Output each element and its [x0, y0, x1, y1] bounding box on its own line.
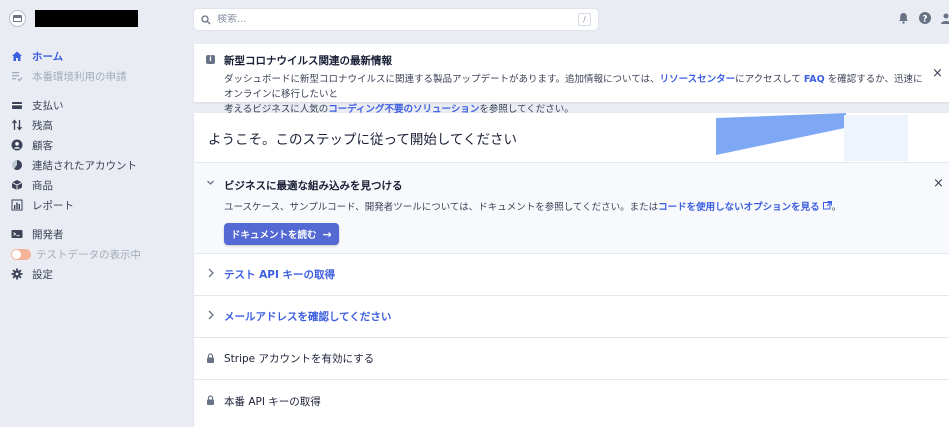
- step-label: テスト API キーの取得: [224, 269, 336, 281]
- step-verify-email[interactable]: メールアドレスを確認してください: [194, 296, 949, 338]
- sidebar-item-test-data-toggle[interactable]: テストデータの表示中: [0, 244, 190, 264]
- step-label: 本番 API キーの取得: [224, 395, 321, 408]
- resource-center-link[interactable]: リソースセンター: [660, 74, 736, 85]
- sidebar-item-label: 支払い: [32, 99, 64, 112]
- pie-icon: [11, 159, 23, 171]
- info-icon: i: [206, 55, 215, 64]
- account-logo[interactable]: [9, 10, 26, 27]
- step-label: Stripe アカウントを有効にする: [224, 353, 375, 365]
- help-icon[interactable]: ?: [919, 12, 931, 27]
- bar-chart-icon: [11, 199, 23, 211]
- step-activate-stripe-account[interactable]: Stripe アカウントを有効にする: [194, 338, 949, 380]
- sidebar-item-label: ホーム: [32, 50, 64, 63]
- sidebar-item-settings[interactable]: 設定: [0, 264, 190, 284]
- bell-icon[interactable]: [898, 12, 909, 27]
- sidebar-item-connected-accounts[interactable]: 連結されたアカウント: [0, 155, 190, 175]
- gear-icon: [11, 268, 23, 280]
- sidebar-item-label: 本番環境利用の申請: [32, 70, 127, 83]
- box-icon: [11, 179, 23, 191]
- sidebar-item-payments[interactable]: 支払い: [0, 95, 190, 115]
- step-live-api-keys[interactable]: 本番 API キーの取得: [194, 380, 949, 422]
- search-bar[interactable]: /: [194, 9, 598, 30]
- sidebar-item-home[interactable]: ホーム: [0, 46, 190, 66]
- sidebar-item-label: 設定: [32, 268, 53, 281]
- step-title: ビジネスに最適な組み込みを見つける: [224, 180, 403, 192]
- read-docs-button[interactable]: ドキュメントを読む →: [224, 223, 339, 245]
- search-shortcut-key: /: [578, 13, 591, 26]
- svg-text:?: ?: [922, 14, 927, 24]
- sidebar-item-developers[interactable]: 開発者: [0, 224, 190, 244]
- sidebar-item-balance[interactable]: 残高: [0, 115, 190, 135]
- step-description: ユースケース、サンプルコード、開発者ツールについては、ドキュメントを参照してくだ…: [224, 201, 842, 213]
- no-code-options-link[interactable]: コードを使用しないオプションを見る: [658, 202, 820, 213]
- account-name-redacted[interactable]: [35, 10, 138, 27]
- search-icon: [201, 14, 211, 24]
- step-find-integration: ビジネスに最適な組み込みを見つける ユースケース、サンプルコード、開発者ツールに…: [194, 163, 949, 254]
- sidebar-item-products[interactable]: 商品: [0, 175, 190, 195]
- sidebar-item-label: 残高: [32, 119, 53, 132]
- faq-link[interactable]: FAQ: [804, 74, 825, 85]
- lock-icon: [206, 353, 215, 366]
- chevron-down-icon[interactable]: [206, 178, 215, 190]
- lock-icon: [206, 395, 215, 408]
- checklist-icon: [11, 70, 23, 82]
- arrow-right-icon: →: [322, 227, 332, 241]
- search-input[interactable]: [217, 14, 577, 25]
- terminal-icon: [11, 228, 23, 240]
- sidebar-item-label: 連結されたアカウント: [32, 159, 137, 172]
- store-icon: [13, 15, 22, 22]
- header-decoration-light: [844, 115, 908, 161]
- notice-body: ダッシュボードに新型コロナウイルスに関連する製品アップデートがあります。追加情報…: [224, 74, 923, 115]
- external-link-icon: [822, 201, 832, 213]
- onboarding-panel: ようこそ。このステップに従って開始してください ビジネスに最適な組み込みを見つけ…: [194, 113, 949, 427]
- covid-notice-banner: i 新型コロナウイルス関連の最新情報 ダッシュボードに新型コロナウイルスに関連す…: [194, 44, 949, 115]
- sidebar-item-label: 顧客: [32, 139, 53, 152]
- onboarding-title: ようこそ。このステップに従って開始してください: [208, 132, 518, 148]
- sidebar-item-reports[interactable]: レポート: [0, 195, 190, 215]
- step-label: メールアドレスを確認してください: [224, 311, 392, 323]
- sidebar-item-activate-account[interactable]: 本番環境利用の申請: [0, 66, 190, 86]
- chevron-right-icon: [207, 310, 215, 323]
- user-icon[interactable]: [941, 12, 949, 27]
- transfer-arrows-icon: [11, 119, 23, 131]
- close-step-icon[interactable]: ×: [933, 177, 944, 190]
- person-circle-icon: [11, 139, 23, 151]
- sidebar-item-label: テストデータの表示中: [36, 248, 141, 261]
- sidebar-item-label: 商品: [32, 179, 53, 192]
- sidebar-item-customers[interactable]: 顧客: [0, 135, 190, 155]
- close-notice-icon[interactable]: ×: [932, 67, 943, 80]
- onboarding-header: ようこそ。このステップに従って開始してください: [194, 113, 949, 163]
- home-icon: [11, 50, 23, 62]
- step-test-api-keys[interactable]: テスト API キーの取得: [194, 254, 949, 296]
- test-mode-toggle[interactable]: [11, 248, 31, 260]
- sidebar: ホーム 本番環境利用の申請 支払い 残高 顧客 連結されたアカウント 商品 レポ…: [0, 46, 190, 284]
- sidebar-item-label: レポート: [32, 199, 74, 212]
- sidebar-item-label: 開発者: [32, 228, 64, 241]
- wallet-icon: [11, 99, 23, 111]
- chevron-right-icon: [207, 268, 215, 281]
- notice-title: 新型コロナウイルス関連の最新情報: [224, 55, 392, 67]
